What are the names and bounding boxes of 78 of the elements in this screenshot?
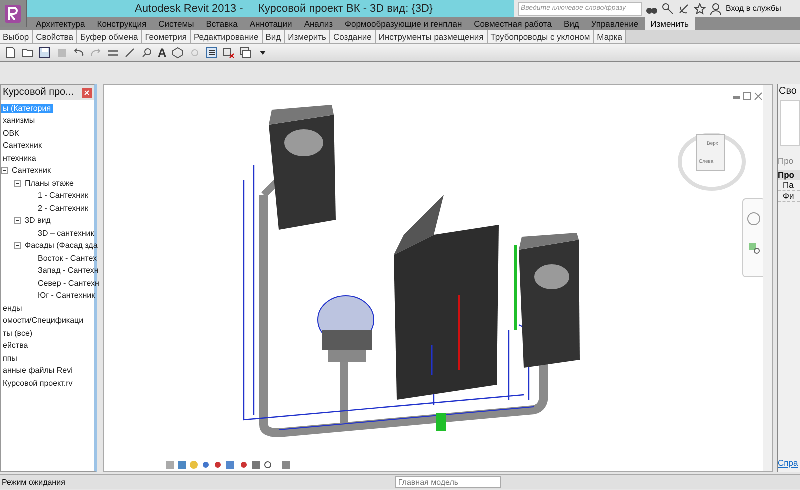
scroll-bar[interactable] bbox=[763, 85, 772, 471]
tree-item[interactable]: 2 - Сантехник bbox=[36, 204, 91, 213]
tree-item[interactable]: ОВК bbox=[1, 128, 22, 138]
star-icon[interactable] bbox=[694, 2, 706, 14]
tree-item[interactable]: Север - Сантехн bbox=[36, 278, 102, 288]
tree-item[interactable]: Сантехник bbox=[10, 166, 53, 176]
ribbon-tab[interactable]: Аннотации bbox=[244, 17, 298, 30]
tree-item[interactable]: Фасады (Фасад зда bbox=[23, 241, 100, 250]
new-file-icon[interactable] bbox=[5, 46, 17, 58]
tree-item[interactable]: омости/Спецификаци bbox=[1, 316, 86, 326]
property-label: Фи bbox=[778, 191, 800, 202]
view-3d-icon[interactable] bbox=[172, 46, 184, 58]
close-icon bbox=[84, 90, 90, 96]
tree-item[interactable]: ханизмы bbox=[1, 116, 38, 126]
help-link[interactable]: Спра bbox=[778, 458, 800, 468]
ribbon-panel[interactable]: Трубопроводы с уклоном bbox=[488, 30, 594, 43]
tree-item[interactable]: Сантехник bbox=[1, 141, 44, 150]
app-logo-icon[interactable] bbox=[4, 4, 22, 24]
ribbon-panel[interactable]: Буфер обмена bbox=[77, 30, 142, 43]
ribbon-panel[interactable]: Геометрия bbox=[142, 30, 191, 43]
windows-icon[interactable] bbox=[240, 46, 252, 58]
open-folder-icon[interactable] bbox=[22, 46, 34, 58]
window-title: Autodesk Revit 2013 - Курсовой проект ВК - 3D вид: {3D} bbox=[135, 2, 434, 14]
text-tool-button[interactable]: A bbox=[158, 46, 167, 60]
tree-item[interactable]: 3D – сантехник bbox=[36, 228, 96, 238]
tree-item[interactable]: енды bbox=[1, 304, 24, 313]
tree-item[interactable]: 3D вид bbox=[23, 216, 53, 226]
tree-item[interactable]: ейства bbox=[1, 341, 30, 350]
tree-item[interactable]: ппы bbox=[1, 354, 20, 363]
tree-item[interactable]: анные файлы Revi bbox=[1, 366, 75, 376]
ribbon-panel[interactable]: Свойства bbox=[33, 30, 78, 43]
tree-item[interactable]: ты (все) bbox=[1, 328, 35, 338]
close-button[interactable] bbox=[82, 88, 92, 98]
close-hidden-icon[interactable] bbox=[222, 46, 235, 58]
ribbon-tab[interactable]: Формообразующие и генплан bbox=[339, 17, 468, 30]
navigation-bar-icon[interactable] bbox=[742, 198, 766, 278]
collapse-icon[interactable] bbox=[1, 167, 8, 174]
collapse-icon[interactable] bbox=[14, 217, 21, 224]
ribbon-panel[interactable]: Редактирование bbox=[190, 30, 263, 43]
group-header: Про bbox=[778, 170, 800, 180]
collapse-icon[interactable] bbox=[14, 180, 21, 187]
tree-item[interactable]: Планы этаже bbox=[23, 178, 76, 188]
undo-icon[interactable] bbox=[73, 46, 85, 58]
tree-item[interactable]: Восток - Сантех bbox=[36, 254, 99, 263]
ribbon-tab[interactable]: Вставка bbox=[200, 17, 244, 30]
ribbon-panel[interactable]: Выбор bbox=[0, 30, 34, 43]
app-menu-button[interactable] bbox=[0, 0, 27, 27]
status-text: Режим ожидания bbox=[1, 478, 66, 486]
save-icon[interactable] bbox=[39, 46, 51, 58]
type-preview bbox=[780, 100, 800, 146]
collapse-icon[interactable] bbox=[14, 242, 21, 250]
browser-title: Курсовой про... bbox=[3, 87, 74, 98]
ribbon-tab[interactable]: Изменить bbox=[644, 17, 695, 30]
tree-item[interactable]: 1 - Сантехник bbox=[36, 191, 91, 200]
ribbon-panel[interactable]: Измерить bbox=[285, 30, 330, 43]
ribbon-tab[interactable]: Вид bbox=[558, 17, 586, 30]
ribbon-panel[interactable]: Марка bbox=[594, 30, 626, 43]
workset-field[interactable]: Главная модель bbox=[395, 476, 502, 488]
ribbon-tab[interactable]: Совместная работа bbox=[468, 17, 558, 30]
window-controls-icon[interactable] bbox=[732, 91, 764, 102]
filter-label: Про bbox=[778, 156, 795, 166]
ribbon-tab[interactable]: Архитектура bbox=[30, 17, 92, 30]
tree-item[interactable]: нтехника bbox=[1, 154, 38, 163]
properties-title: Сво bbox=[778, 85, 798, 97]
ribbon-panel[interactable]: Инструменты размещения bbox=[376, 30, 488, 43]
ribbon-tab[interactable]: Управление bbox=[585, 17, 645, 30]
user-icon[interactable] bbox=[710, 2, 722, 14]
ribbon-tab[interactable]: Анализ bbox=[298, 17, 340, 30]
ribbon-tab[interactable]: Системы bbox=[152, 17, 200, 30]
tree-item[interactable]: Курсовой проект.rv bbox=[1, 378, 75, 388]
property-label: Па bbox=[778, 180, 800, 191]
tree-item[interactable]: Запад - Сантехн bbox=[36, 266, 101, 276]
ribbon-tab[interactable]: Конструкция bbox=[91, 17, 153, 30]
sign-in-button[interactable]: Вход в службы bbox=[726, 4, 782, 13]
ribbon-panel[interactable]: Вид bbox=[262, 30, 286, 43]
switch-windows-icon[interactable] bbox=[206, 46, 218, 58]
ribbon-panel[interactable]: Создание bbox=[330, 30, 376, 43]
tree-item[interactable]: Юг - Сантехник bbox=[36, 291, 98, 300]
